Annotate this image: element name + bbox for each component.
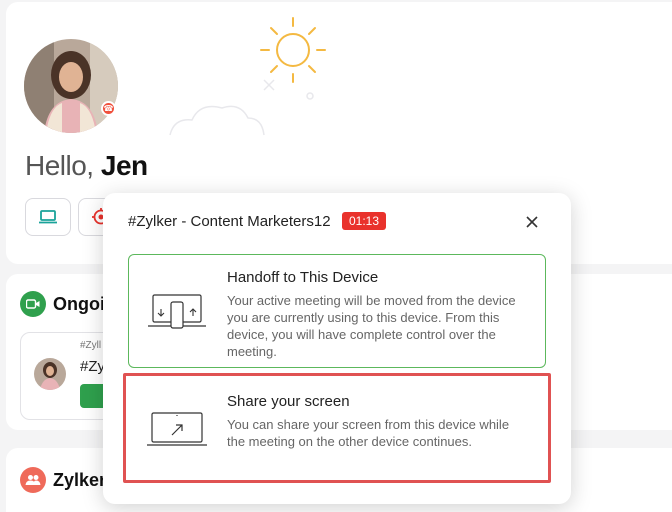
video-camera-icon [20, 291, 46, 317]
share-screen-description: You can share your screen from this devi… [227, 417, 510, 449]
share-screen-icon [147, 412, 207, 446]
handoff-title: Handoff to This Device [227, 269, 379, 286]
people-icon [20, 467, 46, 493]
device-handoff-icon [148, 294, 206, 329]
join-meeting-button[interactable] [25, 198, 71, 236]
greeting-name: Jen [100, 150, 148, 181]
ongoing-section-title: Ongoi [53, 294, 105, 314]
share-screen-option[interactable]: Share your screen You can share your scr… [123, 373, 551, 483]
sun-decoration-icon [169, 17, 326, 136]
status-indicator-icon: ☎ [101, 101, 116, 116]
dialog-title: #Zylker - Content Marketers12 [128, 213, 331, 230]
meeting-card-label: #Zyll [80, 340, 102, 351]
meeting-host-avatar [34, 358, 66, 390]
meeting-timer-badge: 01:13 [342, 212, 387, 230]
greeting: Hello, Jen [25, 150, 148, 182]
handoff-description: Your active meeting will be moved from t… [227, 293, 516, 359]
team-section-title: Zylker [53, 470, 107, 490]
meeting-card-name: #Zy [80, 358, 106, 375]
close-button[interactable] [520, 210, 544, 234]
meeting-device-dialog: #Zylker - Content Marketers12 01:13 Hand… [103, 193, 571, 504]
user-avatar[interactable] [24, 39, 118, 133]
laptop-icon [39, 210, 57, 224]
share-screen-title: Share your screen [227, 393, 350, 410]
greeting-hello: Hello, [25, 150, 94, 181]
handoff-option[interactable]: Handoff to This Device Your active meeti… [128, 254, 546, 368]
close-icon [526, 216, 538, 228]
